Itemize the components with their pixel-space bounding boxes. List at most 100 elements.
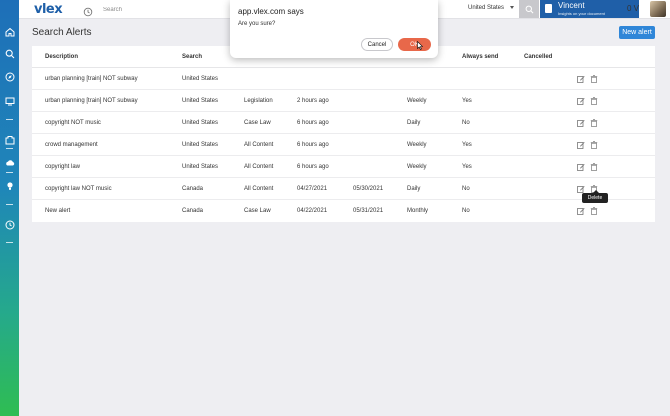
mouse-cursor-icon [417,41,423,50]
document-icon [545,4,552,13]
cell-search: Canada [182,208,204,214]
delete-icon[interactable] [590,207,598,215]
cell-created: 6 hours ago [297,142,329,148]
cell-frequency: Weekly [407,164,427,170]
cell-always-send: Yes [462,164,472,170]
vlex-logo[interactable]: vlex [34,2,63,17]
cell-created: 2 hours ago [297,98,329,104]
clock-icon[interactable] [4,219,15,230]
credit-counter: 0 V [627,4,640,13]
new-alert-button[interactable]: New alert [619,26,655,39]
cell-description: New alert [45,208,71,214]
cell-content-type: All Content [244,142,274,148]
cell-always-send: No [462,208,470,214]
edit-icon[interactable] [577,207,585,215]
avatar[interactable] [650,1,666,17]
cloud-icon[interactable] [4,157,15,168]
cell-always-send: Yes [462,98,472,104]
cell-content-type: Case Law [244,208,271,214]
cell-search: Canada [182,186,204,192]
building-icon[interactable] [4,134,15,145]
cell-search: United States [182,76,219,82]
cell-created: 04/27/2021 [297,186,328,192]
ok-button[interactable]: OK [398,38,431,51]
table-row[interactable]: copyright NOT music United States Case Law… [32,112,655,134]
delete-icon[interactable] [590,141,598,149]
edit-icon[interactable] [577,185,585,193]
vincent-button[interactable]: Vincent Insights on your document [540,0,639,18]
country-select[interactable]: United States [468,5,515,11]
search-icon [525,5,533,13]
edit-icon[interactable] [577,75,585,83]
country-label: United States [468,5,505,11]
cell-description: copyright law [45,164,81,170]
delete-icon[interactable] [590,119,598,127]
table-row[interactable]: urban planning [train] NOT subway United … [32,68,655,90]
edit-icon[interactable] [577,119,585,127]
column-header-description[interactable]: Description [45,54,78,60]
chevron-down-icon [510,5,515,9]
cell-always-send: Yes [462,142,472,148]
cancel-button[interactable]: Cancel [361,38,393,51]
cell-description: crowd management [45,142,98,148]
dialog-title: app.vlex.com says [238,7,304,16]
table-row[interactable]: copyright law United States All Content 6 h… [32,156,655,178]
edit-icon[interactable] [577,97,585,105]
page-title: Search Alerts [32,27,92,38]
rail-divider [6,242,13,243]
dialog-message: Are you sure? [238,21,276,27]
table-row[interactable]: urban planning [train] NOT subway United … [32,90,655,112]
rail-divider [6,172,13,173]
column-header-search[interactable]: Search [182,54,202,60]
cell-always-send: No [462,120,470,126]
cell-description: copyright law NOT music [45,186,112,192]
table-row[interactable]: crowd management United States All Content… [32,134,655,156]
cell-expires: 05/31/2021 [353,208,384,214]
cell-created: 04/22/2021 [297,208,328,214]
confirm-dialog: app.vlex.com says Are you sure? Cancel O… [230,0,438,58]
cell-content-type: Case Law [244,120,271,126]
cell-search: United States [182,142,219,148]
cell-content-type: All Content [244,186,274,192]
edit-icon[interactable] [577,163,585,171]
cell-created: 6 hours ago [297,120,329,126]
cell-description: copyright NOT music [45,120,101,126]
cell-expires: 05/30/2021 [353,186,384,192]
edit-icon[interactable] [577,141,585,149]
cell-content-type: All Content [244,164,274,170]
cell-description: urban planning [train] NOT subway [45,76,138,82]
home-icon[interactable] [4,26,15,37]
cell-frequency: Weekly [407,142,427,148]
history-icon[interactable] [83,4,93,17]
rail-divider [6,119,13,120]
compass-icon[interactable] [4,71,15,82]
column-header-cancelled[interactable]: Cancelled [524,54,552,60]
cell-content-type: Legislation [244,98,273,104]
cell-always-send: No [462,186,470,192]
cell-search: United States [182,120,219,126]
delete-icon[interactable] [590,75,598,83]
cell-frequency: Monthly [407,208,429,214]
table-row[interactable]: New alert Canada Case Law 04/22/2021 05/31/2… [32,200,655,222]
search-button[interactable] [519,0,539,18]
vincent-subtitle: Insights on your document [558,11,605,16]
cell-frequency: Daily [407,120,421,126]
vincent-label: Vincent [558,1,585,10]
search-icon[interactable] [4,48,15,59]
delete-icon[interactable] [590,163,598,171]
monitor-icon[interactable] [4,95,15,106]
column-header-always-send[interactable]: Always send [462,54,498,60]
rail-divider [6,204,13,205]
lightbulb-icon[interactable] [4,180,15,191]
delete-icon[interactable] [590,97,598,105]
rail-divider [6,148,13,149]
alerts-table: Description Search Always send Cancelled… [32,46,655,222]
cell-description: urban planning [train] NOT subway [45,98,138,104]
cell-search: United States [182,98,219,104]
cell-search: United States [182,164,219,170]
search-input[interactable] [103,3,233,16]
table-row[interactable]: copyright law NOT music Canada All Content… [32,178,655,200]
delete-tooltip: Delete [582,190,608,203]
cell-frequency: Weekly [407,98,427,104]
side-rail [0,0,19,416]
